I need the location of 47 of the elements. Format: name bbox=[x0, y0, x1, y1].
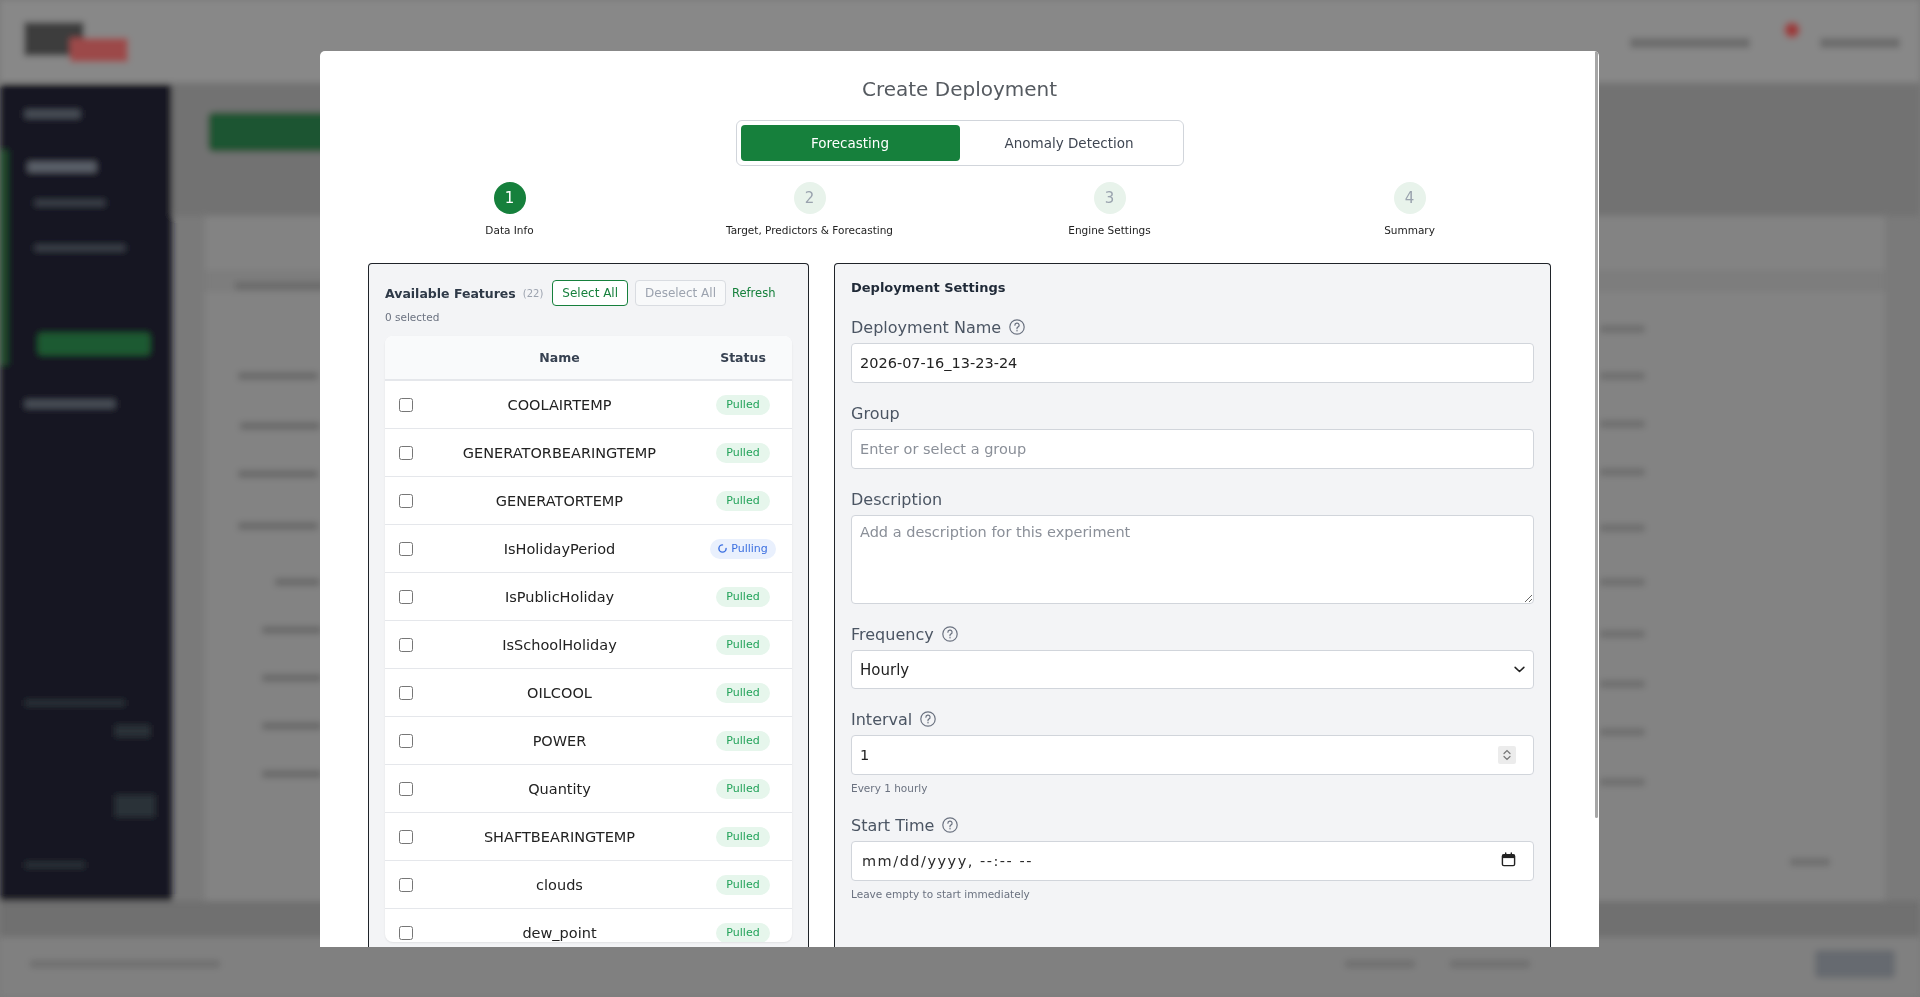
step-indicator: 2 bbox=[793, 182, 826, 214]
step-indicator: 3 bbox=[1093, 182, 1126, 214]
step-label: Summary bbox=[1384, 223, 1435, 237]
feature-name: IsSchoolHoliday bbox=[502, 637, 617, 653]
status-badge: Pulled bbox=[716, 394, 770, 415]
panel-title: Deployment Settings bbox=[851, 280, 1006, 295]
status-badge: Pulled bbox=[716, 922, 770, 942]
feature-name: GENERATORBEARINGTEMP bbox=[462, 445, 657, 461]
status-badge: Pulled bbox=[716, 442, 770, 463]
field-label: Start Time bbox=[851, 815, 935, 835]
step-label: Target, Predictors & Forecasting bbox=[725, 223, 894, 237]
status-badge: Pulled bbox=[716, 874, 770, 895]
feature-name: POWER bbox=[532, 733, 587, 749]
feature-name: COOLAIRTEMP bbox=[507, 397, 612, 413]
column-header: Status bbox=[720, 350, 766, 365]
status-badge: Pulled bbox=[716, 682, 770, 703]
feature-name: GENERATORTEMP bbox=[495, 493, 624, 509]
status-badge: Pulled bbox=[716, 778, 770, 799]
dialog-title: Create Deployment bbox=[861, 76, 1058, 102]
status-badge: Pulled bbox=[716, 634, 770, 655]
status-badge: Pulled bbox=[716, 586, 770, 607]
feature-name: Quantity bbox=[528, 781, 591, 797]
step-label: Engine Settings bbox=[1068, 223, 1151, 237]
feature-name: IsPublicHoliday bbox=[504, 589, 615, 605]
feature-name: dew_point bbox=[522, 925, 597, 941]
feature-name: clouds bbox=[536, 877, 583, 893]
field-label: Description bbox=[851, 489, 943, 509]
feature-count: (22) bbox=[522, 287, 544, 299]
column-header: Name bbox=[539, 350, 580, 365]
field-hint: Leave empty to start immediately bbox=[851, 888, 1030, 900]
step-indicator: 4 bbox=[1393, 182, 1426, 214]
field-label: Interval bbox=[851, 709, 913, 729]
field-label: Group bbox=[851, 403, 900, 423]
feature-name: IsHolidayPeriod bbox=[503, 541, 616, 557]
status-badge: Pulled bbox=[716, 730, 770, 751]
selection-count: 0 selected bbox=[385, 311, 440, 323]
panel-title: Available Features bbox=[385, 285, 516, 301]
step-indicator: 1 bbox=[493, 182, 526, 214]
status-badge: Pulling bbox=[710, 538, 776, 559]
status-badge: Pulled bbox=[716, 490, 770, 511]
feature-name: OILCOOL bbox=[527, 685, 592, 701]
feature-name: SHAFTBEARINGTEMP bbox=[483, 829, 636, 845]
status-badge: Pulled bbox=[716, 826, 770, 847]
field-label: Frequency bbox=[851, 624, 934, 644]
field-hint: Every 1 hourly bbox=[851, 782, 928, 794]
field-label: Deployment Name bbox=[851, 317, 1002, 337]
step-label: Data Info bbox=[485, 223, 534, 237]
